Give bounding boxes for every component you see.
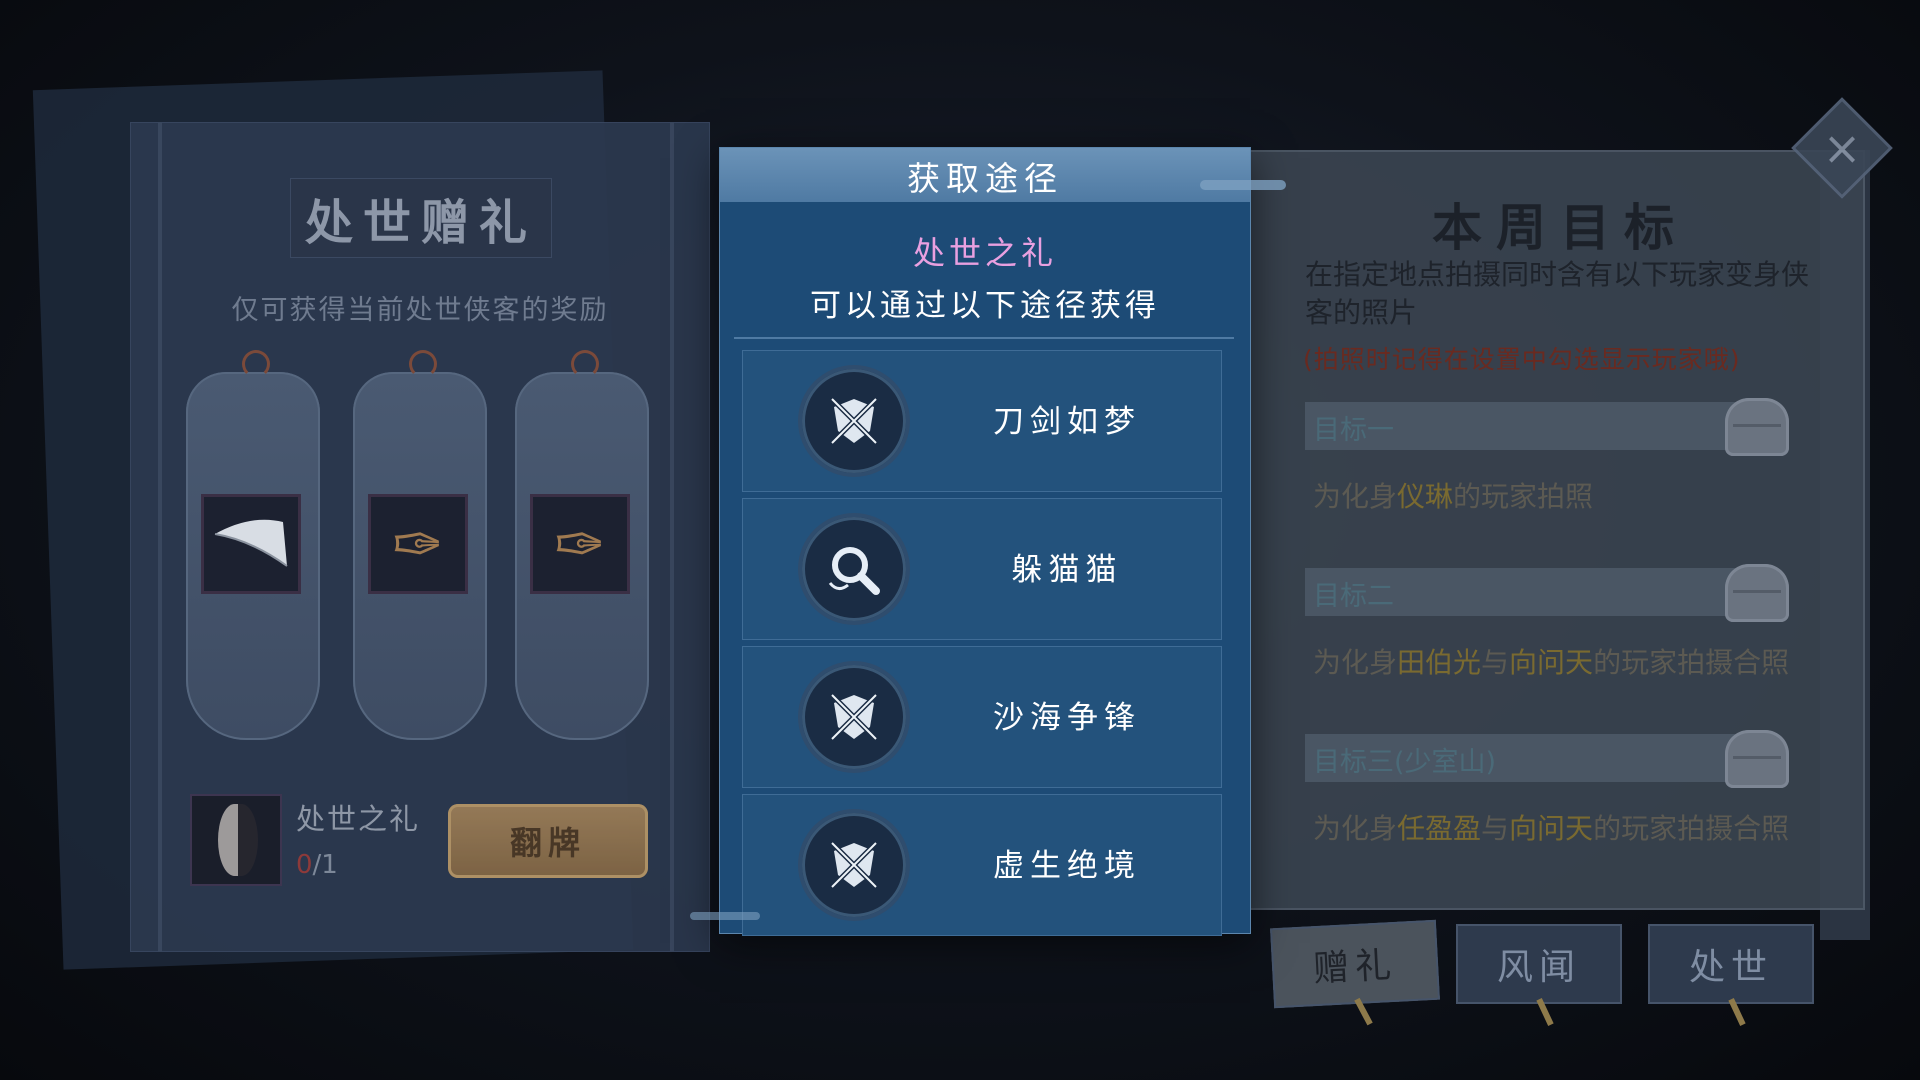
goal-label: 目标一 <box>1313 415 1394 446</box>
source-item[interactable]: 刀剑如梦 <box>742 350 1222 492</box>
close-icon: × <box>1822 121 1862 175</box>
reward-card[interactable] <box>186 350 320 740</box>
gift-panel-title: 处世赠礼 <box>290 178 552 258</box>
tab-rumors[interactable]: 风闻 <box>1456 924 1622 1026</box>
crossed-swords-shield-icon <box>802 369 906 473</box>
source-name: 躲猫猫 <box>1011 552 1123 588</box>
flip-card-button[interactable]: 翻牌 <box>448 804 648 878</box>
card-knot <box>409 350 437 378</box>
scroll-item-icon[interactable]: ✑ <box>530 494 630 594</box>
goal-label: 目标三(少室山) <box>1313 747 1497 778</box>
gift-name: 处世之礼 <box>296 802 421 836</box>
reward-card[interactable]: ✑ <box>353 350 487 740</box>
treasure-chest-icon[interactable] <box>1725 730 1789 788</box>
treasure-chest-icon[interactable] <box>1725 564 1789 622</box>
close-button[interactable]: × <box>1791 97 1893 199</box>
crossed-swords-shield-icon <box>802 665 906 769</box>
source-item[interactable]: 躲猫猫 <box>742 498 1222 640</box>
weekly-goal-note: (拍照时记得在设置中勾选显示玩家哦) <box>1303 345 1741 374</box>
scroll-item-icon[interactable]: ✑ <box>368 494 468 594</box>
mask-icon <box>218 804 258 876</box>
gift-count: 0/1 <box>296 850 338 880</box>
popup-decoration <box>690 912 760 920</box>
panel-spine <box>670 122 674 952</box>
cloth-item-icon[interactable] <box>201 494 301 594</box>
popup-decoration <box>1200 180 1286 190</box>
tassel-icon <box>1728 998 1746 1026</box>
divider <box>734 337 1234 339</box>
source-item[interactable]: 虚生绝境 <box>742 794 1222 936</box>
goal-text: 为化身仪琳的玩家拍照 <box>1313 480 1594 513</box>
goal-text: 为化身田伯光与向问天的玩家拍摄合照 <box>1313 646 1790 679</box>
card-knot <box>242 350 270 378</box>
tab-conduct[interactable]: 处世 <box>1648 924 1814 1026</box>
goal-text: 为化身任盈盈与向问天的玩家拍摄合照 <box>1313 812 1790 845</box>
tab-gift[interactable]: 赠礼 <box>1270 919 1440 1026</box>
weekly-goal-description: 在指定地点拍摄同时含有以下玩家变身侠客的照片 <box>1305 258 1810 329</box>
card-knot <box>571 350 599 378</box>
treasure-chest-icon[interactable] <box>1725 398 1789 456</box>
item-name: 处世之礼 <box>912 234 1057 272</box>
popup-title: 获取途径 <box>907 159 1063 198</box>
gift-count-current: 0 <box>296 850 313 880</box>
gift-count-total: /1 <box>312 850 338 880</box>
avatar <box>190 794 282 886</box>
panel-spine <box>158 122 162 952</box>
crossed-swords-shield-icon <box>802 813 906 917</box>
source-name: 刀剑如梦 <box>993 404 1141 440</box>
reward-card[interactable]: ✑ <box>515 350 649 740</box>
tassel-icon <box>1536 998 1554 1026</box>
gift-panel-subtitle: 仅可获得当前处世侠客的奖励 <box>231 295 609 326</box>
goal-label: 目标二 <box>1313 581 1394 612</box>
source-item[interactable]: 沙海争锋 <box>742 646 1222 788</box>
item-description: 可以通过以下途径获得 <box>810 288 1160 324</box>
source-name: 沙海争锋 <box>993 700 1141 736</box>
tassel-icon <box>1354 997 1373 1026</box>
source-name: 虚生绝境 <box>993 848 1141 884</box>
magnifier-icon <box>802 517 906 621</box>
weekly-goal-title: 本周目标 <box>1432 198 1688 257</box>
